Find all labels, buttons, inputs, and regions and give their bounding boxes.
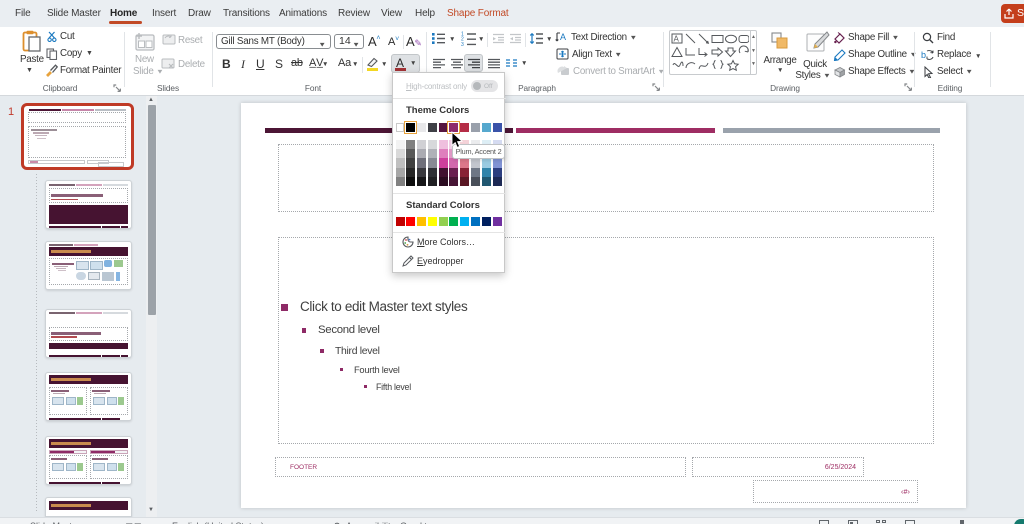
svg-text:A: A xyxy=(560,32,566,42)
svg-text:A: A xyxy=(674,35,680,44)
svg-text:b: b xyxy=(921,50,926,60)
svg-text:3: 3 xyxy=(461,42,464,46)
